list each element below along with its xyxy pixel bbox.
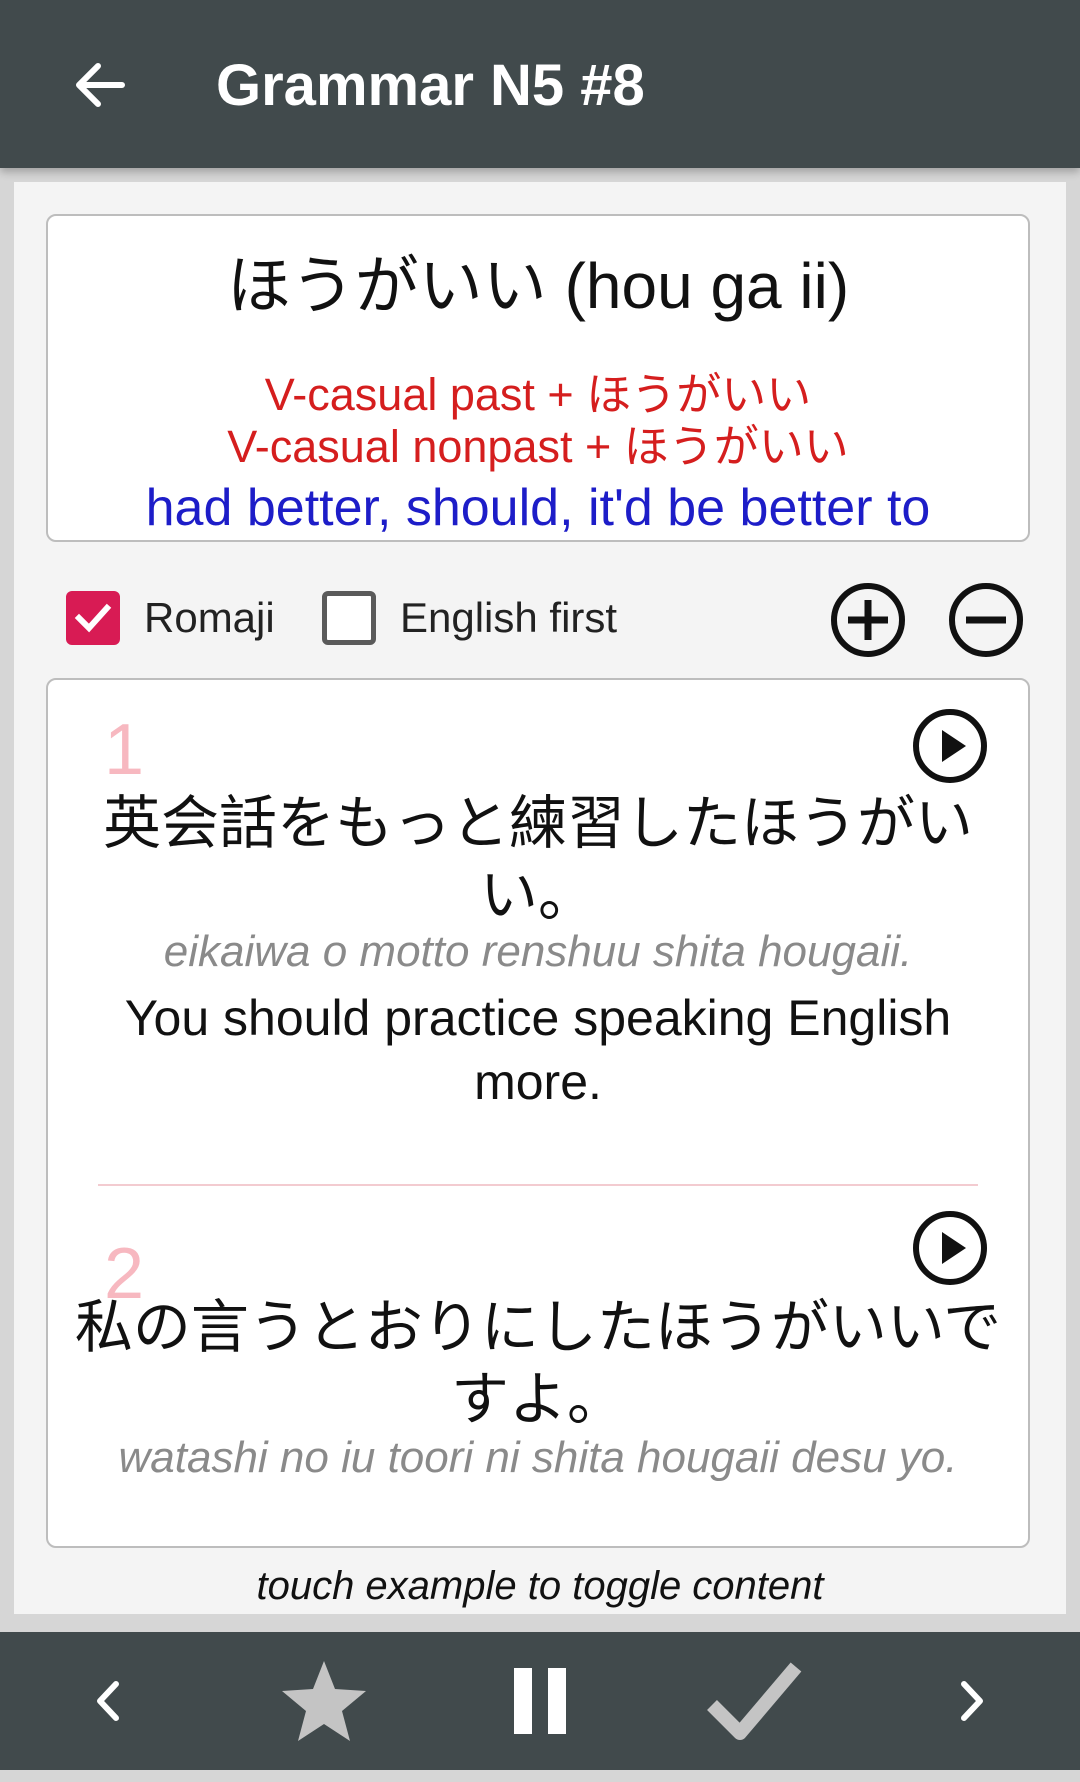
example-english: You should practice speaking English mor… <box>124 990 952 1110</box>
romaji-checkbox[interactable] <box>66 591 120 645</box>
options-row: Romaji English first <box>46 574 1030 662</box>
pause-icon <box>514 1668 566 1734</box>
grammar-form-2: V-casual nonpast + ほうがいい <box>227 421 849 472</box>
grammar-meaning: had better, should, it'd be better to <box>145 479 931 537</box>
favorite-button[interactable] <box>254 1632 394 1770</box>
example-romaji: eikaiwa o motto renshuu shita hougaii. <box>163 927 913 976</box>
example-number: 1 <box>104 710 145 790</box>
previous-button[interactable] <box>38 1632 178 1770</box>
decrease-font-button[interactable] <box>948 582 1024 658</box>
example-romaji: watashi no iu toori ni shita hougaii des… <box>118 1433 958 1482</box>
grammar-summary-card: ほうがいい (hou ga ii) V-casual past + ほうがいい … <box>46 214 1030 542</box>
content-area: ほうがいい (hou ga ii) V-casual past + ほうがいい … <box>14 182 1066 1614</box>
checkmark-icon <box>74 603 112 633</box>
mark-learned-button[interactable] <box>684 1632 824 1770</box>
play-circle-icon <box>913 709 987 783</box>
examples-list[interactable]: 1 英会話をもっと練習したほうがいい。 eikaiwa o motto rens… <box>46 678 1030 1548</box>
example-japanese: 私の言うとおりにしたほうがいいですよ。 <box>74 1295 1002 1432</box>
arrow-left-icon <box>76 63 125 107</box>
chevron-right-icon <box>961 1681 983 1721</box>
app-bar: Grammar N5 #8 <box>0 0 1080 168</box>
increase-font-button[interactable] <box>830 582 906 658</box>
star-icon <box>282 1661 366 1741</box>
example-divider <box>98 1184 978 1186</box>
bottom-action-bar <box>0 1632 1080 1770</box>
play-audio-button[interactable] <box>912 1210 988 1286</box>
check-icon <box>707 1662 802 1740</box>
english-first-label: English first <box>400 594 618 641</box>
toggle-hint: touch example to toggle content <box>256 1564 824 1608</box>
play-audio-button[interactable] <box>912 708 988 784</box>
example-item-2[interactable]: 2 私の言うとおりにしたほうがいいですよ。 watashi no iu toor… <box>48 1210 1028 1546</box>
romaji-label: Romaji <box>144 594 275 641</box>
english-first-checkbox[interactable] <box>322 591 376 645</box>
grammar-title: ほうがいい (hou ga ii) <box>226 250 850 322</box>
english-first-option[interactable]: English first <box>322 574 617 662</box>
example-item-1[interactable]: 1 英会話をもっと練習したほうがいい。 eikaiwa o motto rens… <box>48 680 1028 1180</box>
page-title: Grammar N5 #8 <box>216 53 645 118</box>
romaji-option[interactable]: Romaji <box>66 574 275 662</box>
minus-circle-icon <box>949 583 1023 657</box>
play-circle-icon <box>913 1211 987 1285</box>
pause-button[interactable] <box>470 1632 610 1770</box>
next-button[interactable] <box>902 1632 1042 1770</box>
grammar-form-1: V-casual past + ほうがいい <box>264 369 812 420</box>
plus-circle-icon <box>831 583 905 657</box>
back-button[interactable] <box>50 44 150 126</box>
chevron-left-icon <box>97 1681 119 1721</box>
example-japanese: 英会話をもっと練習したほうがいい。 <box>102 791 973 928</box>
